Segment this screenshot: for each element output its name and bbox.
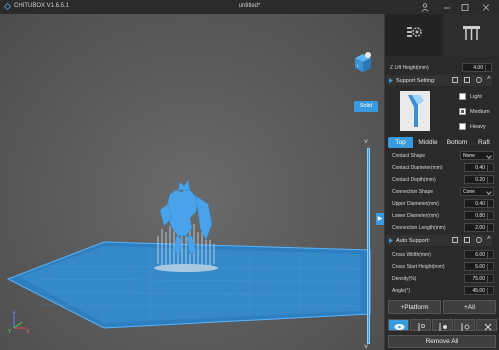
support-brace-icon [439,323,447,331]
collapse-icon[interactable]: ˄ [487,76,491,82]
refresh-icon[interactable] [476,77,482,83]
axis-x-label: X [26,329,30,334]
title-bar: CHITUBOX V1.6.5.1 untitled* [0,0,499,14]
contact-shape-dropdown[interactable]: None [460,151,494,160]
connection-shape-row: Connection Shape Cone [388,187,494,197]
contact-diameter-input[interactable]: 0.40 [464,163,494,172]
print-settings-tab[interactable] [385,14,442,56]
cross-width-row: Cross Width(mm) 6.00 [388,250,494,260]
cross-start-height-row: Cross Start Height(mm) 5.00 [388,262,494,272]
edit-icon[interactable] [464,77,470,83]
support-tool-button-1[interactable] [410,319,431,331]
support-setting-header[interactable]: Support Setting: ˄ [386,75,492,86]
export-icon[interactable] [452,77,458,83]
axis-z-label: Z [13,310,16,315]
contact-shape-row: Contact Shape None [388,151,494,161]
edit-icon[interactable] [464,237,470,243]
gear-icon [407,27,422,37]
user-icon[interactable] [418,1,432,13]
support-link-icon [461,323,470,331]
build-scene [6,179,371,329]
axis-y-label: Y [8,329,12,334]
support-tool-button-4[interactable] [476,319,497,331]
3d-viewport[interactable]: L Solid ˅ ˅ Z Y X [0,14,384,350]
density-heavy-option[interactable]: Heavy [459,122,499,132]
contact-shape-label: Contact Shape [392,153,426,159]
auto-support-label: Auto Support: [396,237,430,244]
connection-length-row: Connection Length(mm) 2.00 [388,223,494,233]
support-preview-image [400,91,430,131]
angle-input[interactable]: 45.00 [464,286,494,295]
support-tool-button-3[interactable] [454,319,475,331]
cross-start-height-input[interactable]: 5.00 [464,262,494,271]
upper-diameter-input[interactable]: 0.40 [464,199,494,208]
density-light-checkbox[interactable] [459,93,466,100]
app-window: CHITUBOX V1.6.5.1 untitled* L Solid ˅ ˅ … [0,0,499,350]
tab-raft[interactable]: Raft [472,137,496,148]
density-heavy-checkbox[interactable] [459,123,466,130]
connection-shape-dropdown[interactable]: Cone [460,187,494,196]
contact-depth-input[interactable]: 0.20 [464,175,494,184]
solid-view-button[interactable]: Solid [354,101,378,112]
lower-diameter-label: Lower Diameter(mm) [392,213,439,219]
support-node-icon [418,323,425,331]
density-input[interactable]: 75.00 [464,274,494,283]
add-all-support-button[interactable]: +All [443,300,496,314]
remove-all-button[interactable]: Remove All [388,335,496,348]
density-label: Density(%) [392,276,417,282]
lower-diameter-input[interactable]: 0.80 [464,211,494,220]
support-setting-caret-icon [389,78,393,83]
density-medium-checkbox[interactable] [459,108,466,115]
upper-diameter-row: Upper Diameter(mm) 0.40 [388,199,494,209]
tab-top[interactable]: Top [388,137,413,148]
support-sub-tabs: Top Middle Bottom Raft [388,137,498,148]
layer-slider[interactable]: ˅ ˅ [360,139,378,350]
close-icon[interactable] [479,1,493,13]
view-tool-button[interactable] [388,319,409,331]
z-lift-label: Z Lift Height(mm) [390,65,429,71]
support-tab[interactable] [443,14,499,56]
cross-start-height-label: Cross Start Height(mm) [392,264,445,270]
z-lift-row: Z Lift Height(mm) 4.00 [386,63,492,73]
layer-slider-track[interactable] [367,148,370,344]
tab-middle[interactable]: Middle [414,137,442,148]
tab-bottom[interactable]: Bottom [442,137,472,148]
collapse-icon[interactable]: ˄ [487,236,491,242]
support-tool-button-2[interactable] [432,319,453,331]
add-platform-support-button[interactable]: +Platform [388,300,441,314]
contact-depth-row: Contact Depth(mm) 0.20 [388,175,494,185]
support-delete-icon [484,323,492,331]
lower-diameter-row: Lower Diameter(mm) 0.80 [388,211,494,221]
connection-shape-label: Connection Shape [392,189,434,195]
angle-row: Angle(°) 45.00 [388,286,494,296]
minimize-icon[interactable] [440,1,454,13]
connection-length-input[interactable]: 2.00 [464,223,494,232]
panel-collapse-arrow[interactable]: ▶ [376,213,384,225]
auto-support-header[interactable]: Auto Support: ˄ [386,235,492,246]
z-lift-input[interactable]: 4.00 [462,63,492,72]
eye-icon [394,324,405,330]
cross-width-label: Cross Width(mm) [392,252,431,258]
panel-tabs [385,14,499,56]
density-row: Density(%) 75.00 [388,274,494,284]
contact-diameter-row: Contact Diameter(mm) 0.40 [388,163,494,173]
connection-length-label: Connection Length(mm) [392,225,446,231]
support-icon [463,26,480,40]
maximize-icon[interactable] [458,1,472,13]
refresh-icon[interactable] [476,237,482,243]
export-icon[interactable] [452,237,458,243]
cross-width-input[interactable]: 6.00 [464,250,494,259]
density-light-option[interactable]: Light [459,92,499,102]
contact-depth-label: Contact Depth(mm) [392,177,436,183]
auto-support-caret-icon [389,238,393,243]
slider-up-icon[interactable]: ˅ [364,139,368,146]
density-medium-option[interactable]: Medium [459,107,499,117]
slider-down-icon[interactable]: ˅ [364,344,368,350]
angle-label: Angle(°) [392,288,411,294]
support-setting-label: Support Setting: [396,77,436,84]
upper-diameter-label: Upper Diameter(mm) [392,201,439,207]
contact-diameter-label: Contact Diameter(mm) [392,165,443,171]
